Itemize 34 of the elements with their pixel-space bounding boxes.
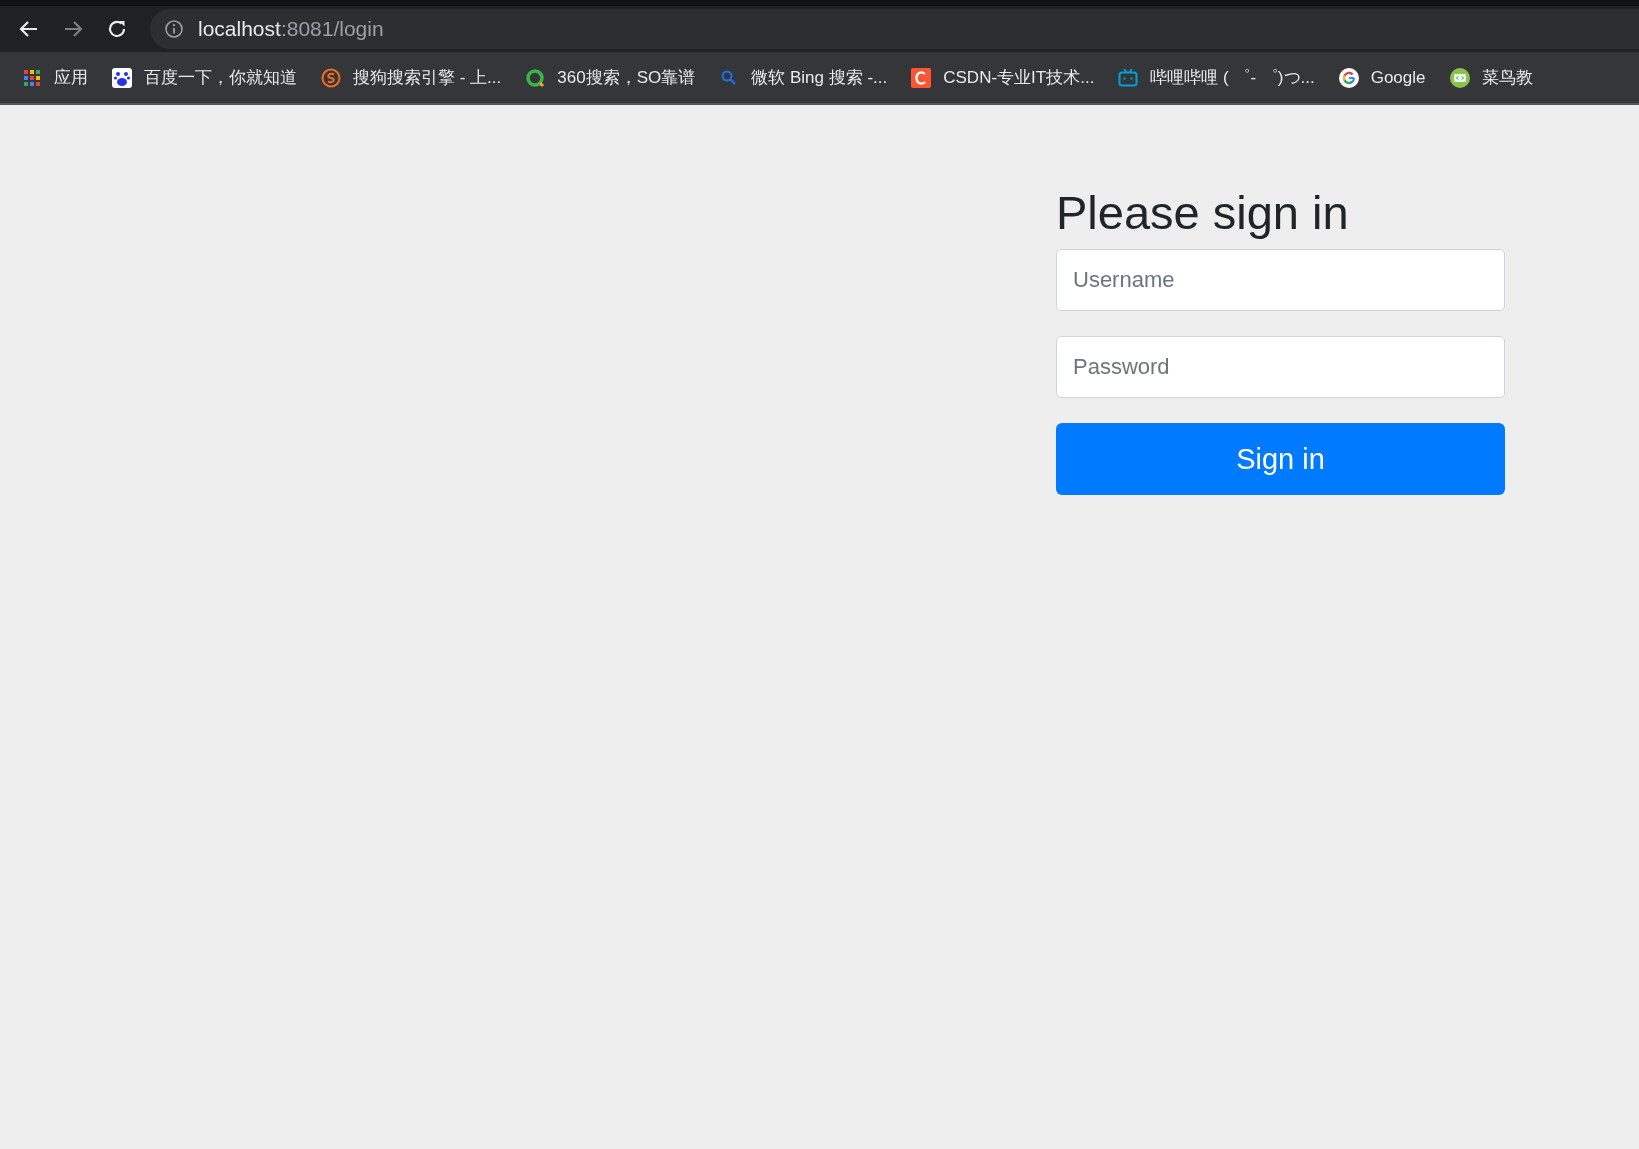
bookmark-label: 微软 Bing 搜索 -... <box>751 66 888 89</box>
bookmark-item[interactable]: 搜狗搜索引擎 - 上... <box>321 64 502 91</box>
bookmark-label: 搜狗搜索引擎 - 上... <box>353 66 502 89</box>
bookmark-item[interactable]: 百度一下，你就知道 <box>112 64 297 91</box>
bookmark-label: 哔哩哔哩 ( ゜- ゜)つ... <box>1150 66 1315 89</box>
form-heading: Please sign in <box>1056 185 1350 241</box>
sign-in-button[interactable]: Sign in <box>1056 423 1505 496</box>
ring-icon <box>525 67 546 88</box>
info-icon[interactable] <box>164 19 184 39</box>
bookmark-label: 菜鸟教 <box>1481 66 1533 89</box>
password-field[interactable]: Password <box>1056 336 1505 399</box>
bookmark-label: Google <box>1370 66 1426 89</box>
bookmark-label: 360搜索，SO靠谱 <box>557 66 696 89</box>
tv-icon <box>1118 67 1139 88</box>
bookmark-item[interactable]: CSDN-专业IT技术... <box>911 64 1095 91</box>
bookmark-item[interactable]: 菜鸟教 <box>1449 64 1533 91</box>
address-bar[interactable]: localhost:8081/login <box>150 9 1639 49</box>
swirl-icon <box>321 67 341 88</box>
bookmark-item[interactable]: 哔哩哔哩 ( ゜- ゜)つ... <box>1118 64 1315 91</box>
bookmark-item[interactable]: 微软 Bing 搜索 -... <box>719 64 888 91</box>
username-field[interactable]: Username <box>1056 249 1505 312</box>
bookmark-label: 应用 <box>54 66 88 89</box>
paw-icon <box>112 67 132 88</box>
letter-tile-icon <box>911 67 932 88</box>
code-window-icon <box>1449 67 1470 88</box>
bookmark-label: CSDN-专业IT技术... <box>943 66 1095 89</box>
google-g-icon <box>1338 67 1359 88</box>
bookmark-item[interactable]: Google <box>1338 64 1426 91</box>
reload-icon[interactable] <box>106 18 128 40</box>
bookmark-item[interactable]: 应用 <box>22 64 88 91</box>
bookmark-item[interactable]: 360搜索，SO靠谱 <box>525 64 696 91</box>
apps-grid-icon <box>22 67 42 88</box>
url-text: localhost:8081/login <box>198 16 384 43</box>
bookmark-label: 百度一下，你就知道 <box>144 66 297 89</box>
